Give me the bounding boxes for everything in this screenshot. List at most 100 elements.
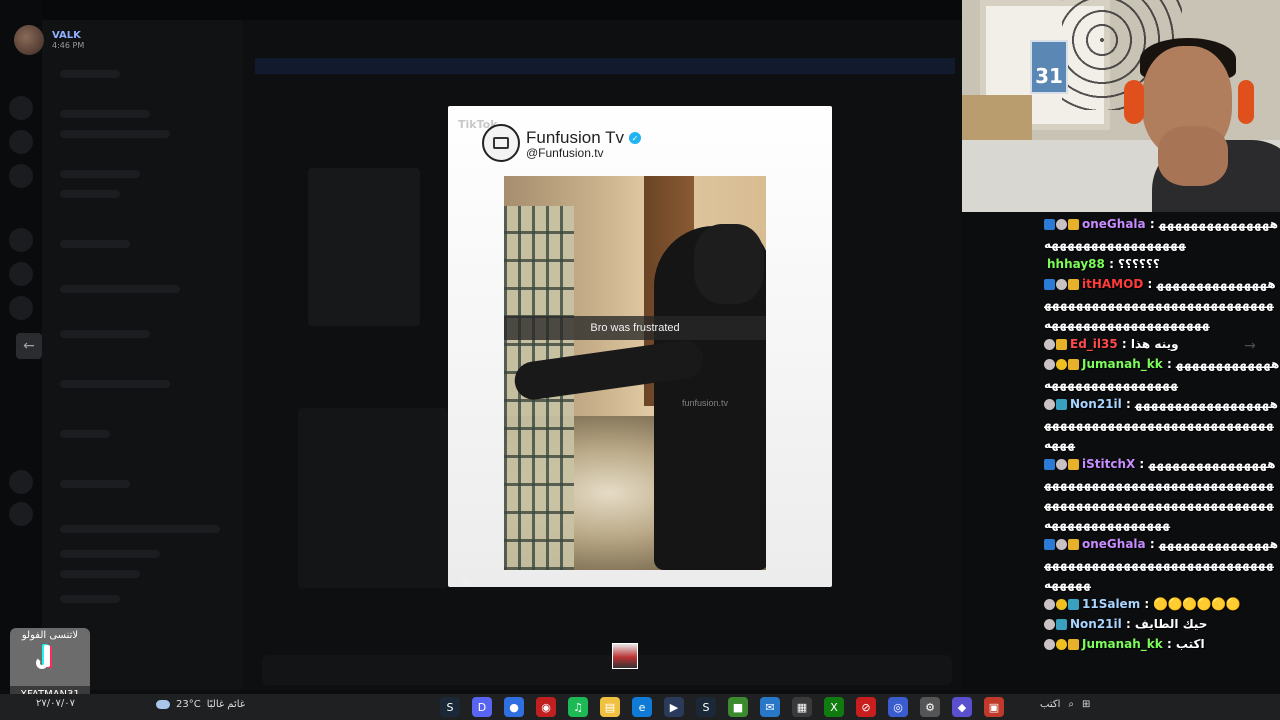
edge-icon[interactable]: e (632, 697, 652, 717)
steam-icon[interactable]: S (440, 697, 460, 717)
badge-icon (1068, 279, 1079, 290)
badge-icon (1056, 399, 1067, 410)
chat-text: وينه هذا (1130, 337, 1179, 351)
windows-start-icon[interactable]: ⊞ (1082, 699, 1090, 710)
chat-message: iStitchX : ههههههههههههههههههههههههههههه… (1044, 454, 1280, 534)
chat-separator: : (1162, 357, 1176, 371)
message-image[interactable] (298, 408, 448, 588)
chat-username[interactable]: Non21il (1070, 397, 1122, 411)
badge-icon (1068, 599, 1079, 610)
chat-username[interactable]: 11Salem (1082, 597, 1140, 611)
chat-username[interactable]: Jumanah_kk (1082, 357, 1163, 371)
chat-text: 🟡🟡🟡🟡🟡🟡 (1153, 597, 1241, 611)
weather-widget[interactable]: 23°C غائم غالبًا (156, 699, 245, 710)
discord-icon[interactable]: D (472, 697, 492, 717)
app-icon[interactable]: ◆ (952, 697, 972, 717)
cloud-icon (156, 700, 170, 709)
chat-username[interactable]: Non21il (1070, 617, 1122, 631)
badge-icon (1068, 359, 1079, 370)
search-icon[interactable]: ⌕ (1068, 699, 1074, 710)
badge-icon (1056, 639, 1067, 650)
chat-text: اكتب (1175, 637, 1205, 651)
stream-scene: VALK 4:46 PM ← → TikTok Funfusion Tv ✓ @… (0, 0, 1280, 720)
chat-separator: : (1121, 617, 1135, 631)
app-icon[interactable]: ▣ (984, 697, 1004, 717)
chat-badges (1044, 399, 1067, 410)
weather-text: غائم غالبًا (206, 699, 245, 710)
mail-icon[interactable]: ✉ (760, 697, 780, 717)
app-icon[interactable]: ⊘ (856, 697, 876, 717)
follow-reminder: لاتنسى الفولو (21, 630, 79, 641)
tiktok-icon (36, 645, 64, 673)
app-icon[interactable]: ▶ (664, 697, 684, 717)
avatar[interactable] (14, 25, 44, 55)
arrow-left-icon: ← (23, 338, 35, 354)
add-server-icon[interactable] (9, 470, 33, 494)
webcam-feed: 31 (962, 0, 1280, 212)
chat-message: itHAMOD : هههههههههههههههههههههههههههههه… (1044, 274, 1280, 334)
server-icon[interactable] (9, 262, 33, 286)
chat-separator: : (1135, 457, 1149, 471)
message-image[interactable] (308, 168, 420, 326)
username: VALK (52, 30, 81, 41)
headphones-icon (1124, 80, 1144, 124)
minecraft-icon[interactable]: ■ (728, 697, 748, 717)
chat-separator: : (1104, 257, 1119, 271)
steam-icon[interactable]: S (696, 697, 716, 717)
video-viewer[interactable]: TikTok Funfusion Tv ✓ @Funfusion.tv Bro … (448, 106, 832, 587)
badge-icon (1044, 339, 1055, 350)
xbox-icon[interactable]: X (824, 697, 844, 717)
chat-badges (1044, 359, 1079, 370)
unread-banner[interactable] (255, 58, 955, 74)
server-icon[interactable] (9, 130, 33, 154)
chat-message: hhhay88 : ؟؟؟؟؟؟ (1044, 254, 1280, 274)
chat-username[interactable]: oneGhala (1082, 217, 1146, 231)
badge-icon (1044, 359, 1055, 370)
server-icon[interactable] (9, 228, 33, 252)
explore-icon[interactable] (9, 502, 33, 526)
chat-username[interactable]: itHAMOD (1082, 277, 1143, 291)
app-icon[interactable]: ◎ (888, 697, 908, 717)
chat-text: هههههههههههههههههههههههههههههههههههههههه… (1044, 537, 1279, 591)
video-frame[interactable]: Bro was frustrated funfusion.tv (504, 176, 766, 570)
chat-username[interactable]: Jumanah_kk (1082, 637, 1163, 651)
chat-username[interactable]: oneGhala (1082, 537, 1146, 551)
server-icon[interactable] (9, 96, 33, 120)
chat-separator: : (1145, 537, 1159, 551)
chat-username[interactable]: hhhay88 (1047, 257, 1105, 271)
temperature: 23°C (176, 699, 201, 710)
chat-message: Jumanah_kk : ههههههههههههههههههههههههههه… (1044, 354, 1280, 394)
message-composer[interactable] (262, 655, 952, 685)
server-icon[interactable] (9, 296, 33, 320)
chat-username[interactable]: iStitchX (1082, 457, 1135, 471)
badge-icon (1044, 539, 1055, 550)
badge-icon (1056, 599, 1067, 610)
badge-icon (1056, 359, 1067, 370)
server-icon[interactable] (9, 164, 33, 188)
chat-badges (1044, 339, 1067, 350)
video-caption: Bro was frustrated (504, 316, 766, 340)
tiktok-follow-widget: لاتنسى الفولو XFATMAN31 (10, 628, 90, 704)
badge-icon (1044, 639, 1055, 650)
chat-username[interactable]: Ed_il35 (1070, 337, 1118, 351)
media-thumbnail[interactable] (612, 643, 638, 669)
tray-search-hint[interactable]: اكتب (1040, 699, 1060, 710)
chrome-icon[interactable]: ● (504, 697, 524, 717)
chat-badges (1044, 599, 1079, 610)
app-icon[interactable]: ◉ (536, 697, 556, 717)
channel-handle: @Funfusion.tv (526, 146, 604, 160)
chat-message: oneGhala : ههههههههههههههههههههههههههههه… (1044, 534, 1280, 594)
badge-icon (1044, 219, 1055, 230)
discord-title-bar (0, 0, 962, 20)
settings-icon[interactable]: ⚙ (920, 697, 940, 717)
folder-icon[interactable]: ▤ (600, 697, 620, 717)
timestamp: 4:46 PM (52, 41, 85, 50)
store-icon[interactable]: ▦ (792, 697, 812, 717)
chat-badges (1044, 219, 1079, 230)
badge-icon (1056, 339, 1067, 350)
badge-icon (1068, 639, 1079, 650)
spotify-icon[interactable]: ♫ (568, 697, 588, 717)
previous-arrow-button[interactable]: ← (16, 333, 42, 359)
badge-icon (1056, 219, 1067, 230)
channel-name: Funfusion Tv ✓ (526, 128, 641, 148)
